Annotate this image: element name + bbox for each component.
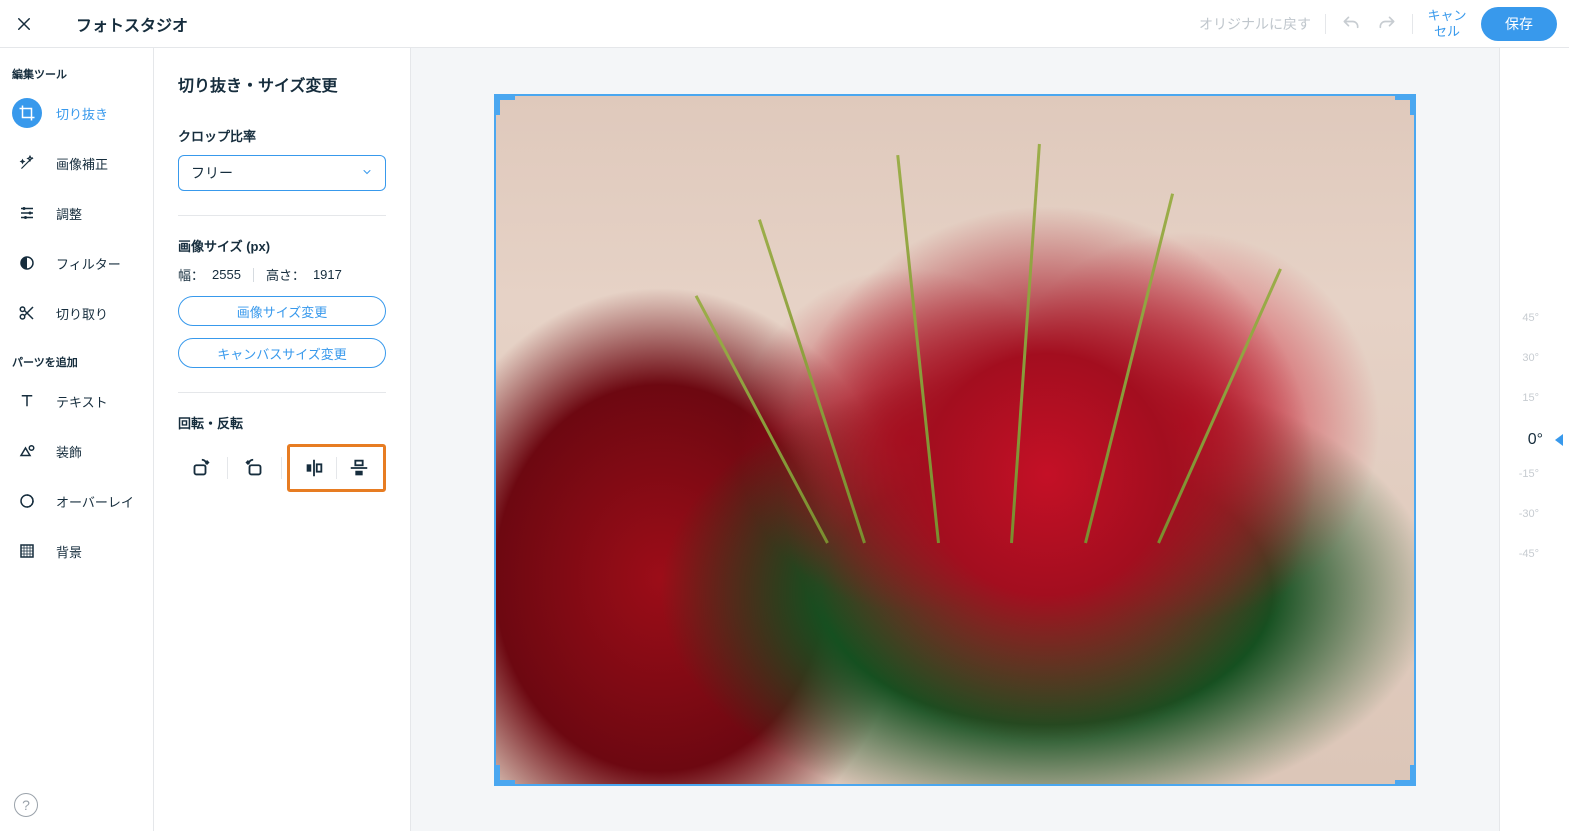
tool-background[interactable]: 背景 (0, 526, 153, 576)
canvas-area[interactable] (411, 48, 1499, 831)
reset-original-button[interactable]: オリジナルに戻す (1199, 14, 1311, 34)
filter-icon (18, 254, 36, 272)
deg-tick-n30: -30° (1519, 508, 1539, 520)
resize-image-button[interactable]: 画像サイズ変更 (178, 296, 386, 326)
deg-tick-45: 45° (1522, 312, 1539, 324)
text-icon (18, 392, 36, 410)
undo-icon (1341, 14, 1361, 34)
divider (178, 392, 386, 393)
width-value: 2555 (212, 267, 241, 282)
tool-crop[interactable]: 切り抜き (0, 88, 153, 138)
crop-ratio-value: フリー (191, 163, 233, 183)
height-value: 1917 (313, 267, 342, 282)
rail-section-edit: 編集ツール (0, 60, 153, 88)
rotate-cw-button[interactable] (178, 449, 222, 487)
chevron-down-icon (361, 165, 373, 181)
deg-current: 0° (1528, 431, 1543, 449)
background-icon (18, 542, 36, 560)
shapes-icon (18, 442, 36, 460)
save-button[interactable]: 保存 (1481, 7, 1557, 41)
rotate-ccw-icon (244, 457, 266, 479)
tool-rail: 編集ツール 切り抜き 画像補正 調整 フィルター 切り取り パーツを追加 テキス… (0, 48, 154, 831)
deg-tick-15: 15° (1522, 392, 1539, 404)
rotate-cw-icon (189, 457, 211, 479)
sliders-icon (18, 204, 36, 222)
help-button[interactable]: ? (14, 793, 38, 817)
app-title: フォトスタジオ (76, 12, 188, 36)
panel-title: 切り抜き・サイズ変更 (178, 72, 386, 96)
tool-label: 切り抜き (56, 104, 108, 123)
flip-vertical-button[interactable] (337, 449, 381, 487)
height-label: 高さ： (266, 265, 305, 284)
tool-adjust[interactable]: 調整 (0, 188, 153, 238)
rail-section-parts: パーツを追加 (0, 348, 153, 376)
magic-wand-icon (18, 154, 36, 172)
settings-panel: 切り抜き・サイズ変更 クロップ比率 フリー 画像サイズ (px) 幅： 2555… (154, 48, 411, 831)
rotate-ccw-button[interactable] (233, 449, 277, 487)
tool-label: 装飾 (56, 442, 82, 461)
edited-image (495, 95, 1415, 785)
divider (178, 215, 386, 216)
width-label: 幅： (178, 265, 204, 284)
tool-text[interactable]: テキスト (0, 376, 153, 426)
tool-filter[interactable]: フィルター (0, 238, 153, 288)
rotate-flip-label: 回転・反転 (178, 413, 386, 432)
separator (1325, 14, 1326, 34)
cancel-button[interactable]: キャンセル (1427, 8, 1467, 39)
tool-label: 画像補正 (56, 154, 108, 173)
crop-icon (18, 104, 36, 122)
help-icon: ? (22, 797, 30, 813)
tool-label: フィルター (56, 254, 121, 273)
overlay-icon (18, 492, 36, 510)
tool-label: 切り取り (56, 304, 108, 323)
close-button[interactable] (12, 12, 36, 36)
crop-ratio-label: クロップ比率 (178, 126, 386, 145)
rotate-flip-row (178, 444, 386, 492)
deg-tick-30: 30° (1522, 352, 1539, 364)
separator (1412, 14, 1413, 34)
tool-label: 背景 (56, 542, 82, 561)
redo-icon (1377, 14, 1397, 34)
tool-label: テキスト (56, 392, 108, 411)
crop-ratio-select[interactable]: フリー (178, 155, 386, 191)
flip-buttons-highlight (287, 444, 386, 492)
flip-horizontal-button[interactable] (292, 449, 336, 487)
undo-button[interactable] (1340, 13, 1362, 35)
deg-tick-n15: -15° (1519, 468, 1539, 480)
redo-button[interactable] (1376, 13, 1398, 35)
scissors-icon (18, 304, 36, 322)
image-size-label: 画像サイズ (px) (178, 236, 386, 255)
tool-label: オーバーレイ (56, 492, 134, 511)
resize-canvas-button[interactable]: キャンバスサイズ変更 (178, 338, 386, 368)
flip-vertical-icon (348, 457, 370, 479)
tool-auto-fix[interactable]: 画像補正 (0, 138, 153, 188)
deg-pointer-icon[interactable] (1555, 434, 1563, 446)
image-stage[interactable] (495, 95, 1415, 785)
tool-overlay[interactable]: オーバーレイ (0, 476, 153, 526)
app-header: フォトスタジオ オリジナルに戻す キャンセル 保存 (0, 0, 1569, 48)
tool-decor[interactable]: 装飾 (0, 426, 153, 476)
flip-horizontal-icon (303, 457, 325, 479)
tool-label: 調整 (56, 204, 82, 223)
tool-cut[interactable]: 切り取り (0, 288, 153, 338)
close-icon (15, 15, 33, 33)
image-size-readout: 幅： 2555 高さ： 1917 (178, 265, 386, 284)
deg-tick-n45: -45° (1519, 548, 1539, 560)
rotation-ruler[interactable]: 45° 30° 15° 0° -15° -30° -45° (1499, 48, 1569, 831)
